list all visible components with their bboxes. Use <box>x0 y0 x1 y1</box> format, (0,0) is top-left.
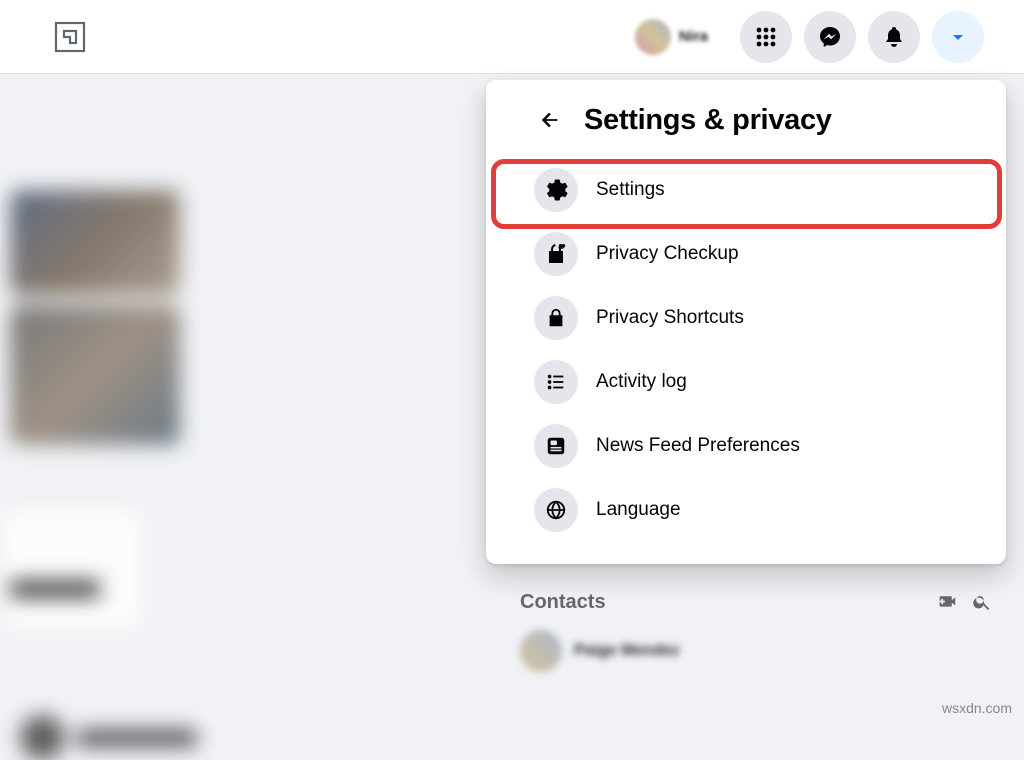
gear-icon <box>534 168 578 212</box>
grid-icon <box>755 26 777 48</box>
caret-down-icon <box>948 27 968 47</box>
menu-item-language[interactable]: Language <box>522 478 970 542</box>
menu-item-label: Language <box>596 499 681 521</box>
contacts-label: Contacts <box>520 591 931 614</box>
globe-icon <box>534 488 578 532</box>
arrow-left-icon <box>539 109 561 131</box>
header-actions <box>740 11 984 63</box>
dropdown-title: Settings & privacy <box>584 104 832 137</box>
menu-item-privacy-shortcuts[interactable]: Privacy Shortcuts <box>522 286 970 350</box>
contact-row[interactable]: Paige Mendez <box>520 630 680 672</box>
settings-privacy-dropdown: Settings & privacy Settings Privacy Chec… <box>486 80 1006 564</box>
top-navigation-bar: Nira <box>0 0 1024 74</box>
profile-name: Nira <box>679 28 708 45</box>
menu-item-label: Privacy Checkup <box>596 243 739 265</box>
menu-item-label: Settings <box>596 179 665 201</box>
contacts-search-button[interactable] <box>965 585 999 619</box>
contact-name: Paige Mendez <box>574 642 680 660</box>
lock-heart-icon <box>534 232 578 276</box>
menu-item-activity-log[interactable]: Activity log <box>522 350 970 414</box>
dropdown-header: Settings & privacy <box>494 92 998 158</box>
notifications-button[interactable] <box>868 11 920 63</box>
watermark: wsxdn.com <box>942 700 1012 716</box>
menu-item-label: Activity log <box>596 371 687 393</box>
back-button[interactable] <box>530 100 570 140</box>
feed-icon <box>534 424 578 468</box>
avatar <box>635 19 671 55</box>
app-logo[interactable] <box>50 17 90 57</box>
list-icon <box>534 360 578 404</box>
messenger-button[interactable] <box>804 11 856 63</box>
menu-item-privacy-checkup[interactable]: Privacy Checkup <box>522 222 970 286</box>
contacts-new-room-button[interactable] <box>931 585 965 619</box>
menu-item-settings[interactable]: Settings <box>522 158 970 222</box>
video-plus-icon <box>937 591 959 613</box>
search-icon <box>972 592 992 612</box>
menu-item-label: News Feed Preferences <box>596 435 800 457</box>
menu-grid-button[interactable] <box>740 11 792 63</box>
menu-item-label: Privacy Shortcuts <box>596 307 744 329</box>
contacts-header: Contacts <box>520 585 999 619</box>
profile-chip[interactable]: Nira <box>629 13 720 61</box>
bell-icon <box>882 25 906 49</box>
menu-item-news-feed-preferences[interactable]: News Feed Preferences <box>522 414 970 478</box>
messenger-icon <box>818 25 842 49</box>
avatar <box>520 630 562 672</box>
lock-icon <box>534 296 578 340</box>
account-dropdown-button[interactable] <box>932 11 984 63</box>
